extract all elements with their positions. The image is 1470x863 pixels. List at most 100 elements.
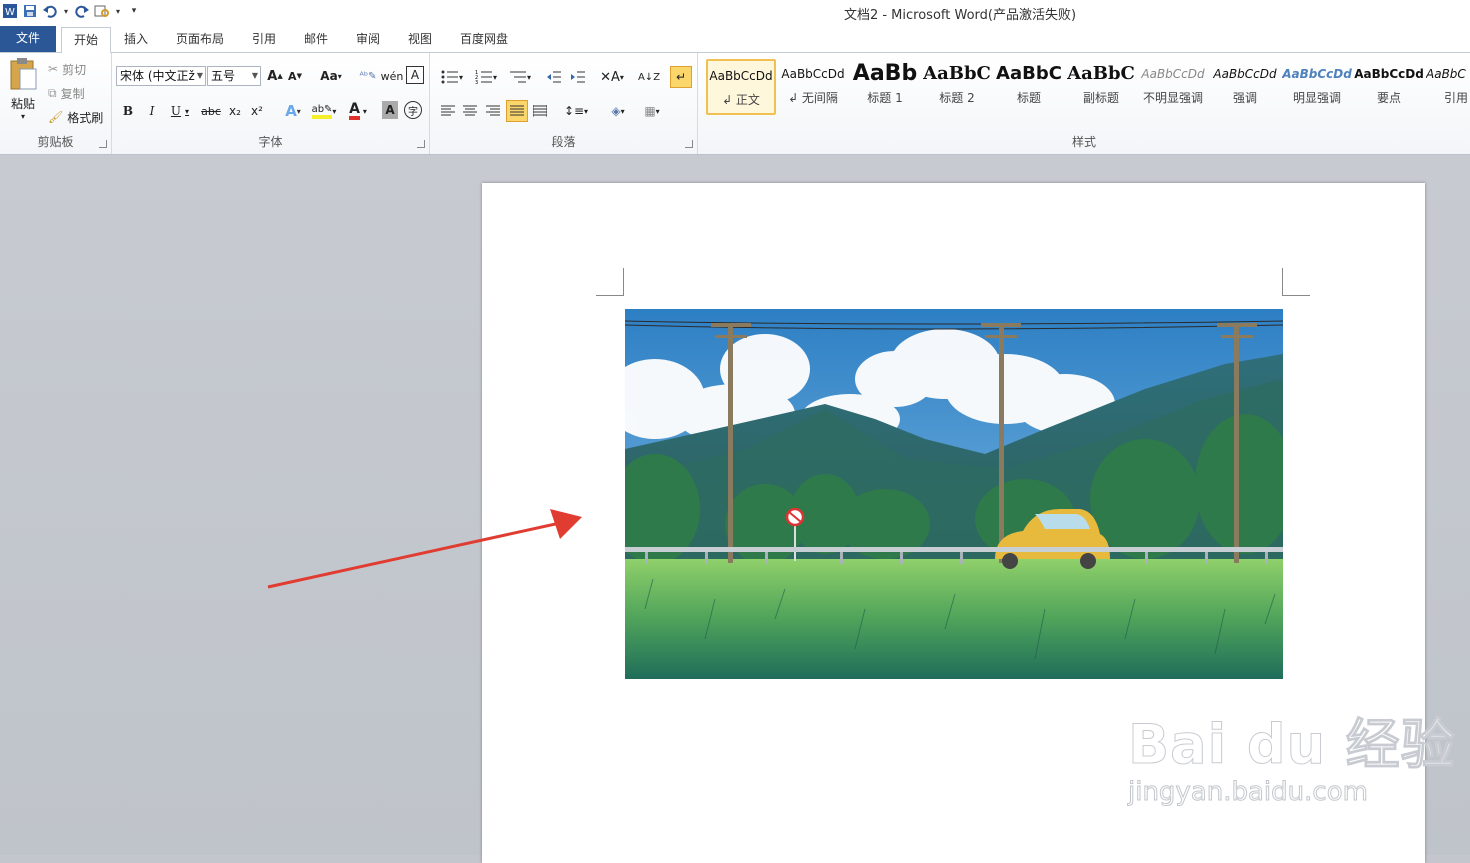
distributed-button[interactable] bbox=[530, 101, 550, 121]
paste-button[interactable]: 粘贴 ▾ bbox=[4, 57, 42, 125]
text-effects-button[interactable]: A ▾ bbox=[280, 101, 306, 121]
paste-icon bbox=[10, 58, 37, 90]
clear-formatting-icon: ᴬᵇ✎ bbox=[359, 70, 377, 82]
style-quote-sample: AaBbC bbox=[1426, 67, 1466, 81]
style-heading-2-name: 标题 2 bbox=[939, 91, 975, 105]
style-subtle-emphasis[interactable]: AaBbCcDd 不明显强调 bbox=[1138, 59, 1208, 115]
highlight-button[interactable]: ab✎ ▾ bbox=[310, 101, 338, 121]
tab-file[interactable]: 文件 bbox=[0, 26, 56, 52]
font-launcher-icon[interactable] bbox=[417, 140, 425, 148]
style-strong[interactable]: AaBbCcDd 要点 bbox=[1354, 59, 1424, 115]
align-center-button[interactable] bbox=[460, 101, 480, 121]
font-color-icon: A bbox=[349, 102, 360, 120]
multilevel-list-button[interactable]: ▾ bbox=[506, 67, 534, 87]
clipboard-group-label: 剪贴板 bbox=[37, 135, 74, 149]
italic-button[interactable]: I bbox=[144, 101, 160, 121]
strikethrough-button[interactable]: abc bbox=[200, 101, 222, 121]
format-painter-button[interactable]: 🖌 格式刷 bbox=[48, 107, 103, 127]
phonetic-guide-button[interactable]: wén bbox=[381, 66, 404, 86]
change-case-icon: Aa bbox=[320, 69, 338, 83]
tab-page-layout[interactable]: 页面布局 bbox=[164, 27, 236, 53]
style-strong-name: 要点 bbox=[1376, 91, 1401, 105]
bullets-button[interactable]: ▾ bbox=[438, 67, 466, 87]
style-emphasis-name: 强调 bbox=[1232, 91, 1257, 105]
copy-button[interactable]: ⧉ 复制 bbox=[48, 83, 85, 103]
tab-home[interactable]: 开始 bbox=[61, 27, 112, 55]
grow-font-icon: A bbox=[267, 68, 278, 84]
decrease-indent-icon bbox=[547, 71, 561, 83]
multilevel-list-icon bbox=[509, 71, 526, 83]
style-title-sample: AaBbC bbox=[996, 63, 1062, 84]
font-group-label: 字体 bbox=[258, 135, 283, 149]
shrink-font-button[interactable]: A ▼ bbox=[286, 66, 304, 86]
chinese-layout-button[interactable]: ✕A ▾ bbox=[598, 67, 626, 87]
tab-view[interactable]: 视图 bbox=[396, 27, 444, 53]
style-subtitle-name: 副标题 bbox=[1082, 91, 1119, 105]
tab-review[interactable]: 审阅 bbox=[344, 27, 392, 53]
ribbon: 粘贴 ▾ ✂ 剪切 ⧉ 复制 🖌 格式刷 剪贴板 宋体 (中文正ž ▼ 五号 ▼… bbox=[0, 53, 1470, 155]
underline-button[interactable]: U ▾ bbox=[167, 101, 193, 121]
clipboard-group: 粘贴 ▾ ✂ 剪切 ⧉ 复制 🖌 格式刷 剪贴板 bbox=[0, 53, 112, 154]
line-spacing-button[interactable]: ↕≡ ▾ bbox=[562, 101, 590, 121]
bold-icon: B bbox=[122, 104, 134, 118]
tab-references[interactable]: 引用 bbox=[240, 27, 288, 53]
paint-bucket-icon: ◈ bbox=[611, 104, 621, 118]
font-name-dropdown-icon: ▼ bbox=[196, 71, 203, 80]
style-no-spacing[interactable]: AaBbCcDd ↲ 无间隔 bbox=[778, 59, 848, 115]
font-size-combo[interactable]: 五号 ▼ bbox=[207, 66, 261, 86]
decrease-indent-button[interactable] bbox=[544, 67, 564, 87]
show-formatting-marks-button[interactable]: ↵ bbox=[670, 66, 692, 88]
style-quote[interactable]: AaBbC 引用 bbox=[1426, 59, 1470, 115]
cut-label: 剪切 bbox=[62, 62, 87, 77]
character-shading-icon: A bbox=[385, 103, 395, 117]
numbering-icon: 123 bbox=[475, 70, 492, 84]
character-shading-button[interactable]: A bbox=[382, 101, 398, 119]
sort-button[interactable]: A↓Z bbox=[638, 67, 660, 87]
subscript-button[interactable]: x₂ bbox=[226, 101, 244, 121]
inserted-picture[interactable] bbox=[625, 309, 1283, 679]
align-left-icon bbox=[441, 105, 455, 116]
font-name-combo[interactable]: 宋体 (中文正ž ▼ bbox=[116, 66, 206, 86]
style-normal[interactable]: AaBbCcDd ↲ 正文 bbox=[706, 59, 776, 115]
style-heading-2[interactable]: AaBbC 标题 2 bbox=[922, 59, 992, 115]
borders-button[interactable]: ▦ ▾ bbox=[638, 101, 666, 121]
shading-button[interactable]: ◈ ▾ bbox=[604, 101, 632, 121]
superscript-button[interactable]: x² bbox=[248, 101, 266, 121]
style-normal-name: ↲ 正文 bbox=[722, 93, 760, 107]
style-heading-2-sample: AaBbC bbox=[923, 63, 991, 84]
style-subtle-emphasis-sample: AaBbCcDd bbox=[1141, 67, 1205, 81]
borders-icon: ▦ bbox=[644, 104, 656, 118]
grow-font-button[interactable]: A ▲ bbox=[266, 66, 284, 86]
style-title[interactable]: AaBbC 标题 bbox=[994, 59, 1064, 115]
clear-formatting-button[interactable]: ᴬᵇ✎ bbox=[358, 66, 378, 86]
bold-button[interactable]: B bbox=[120, 101, 136, 121]
style-intense-emphasis[interactable]: AaBbCcDd 明显强调 bbox=[1282, 59, 1352, 115]
justify-button[interactable] bbox=[506, 100, 528, 122]
clipboard-launcher-icon[interactable] bbox=[99, 140, 107, 148]
font-color-button[interactable]: A ▾ bbox=[344, 101, 372, 121]
change-case-button[interactable]: Aa ▾ bbox=[318, 66, 344, 86]
character-border-button[interactable]: A bbox=[406, 66, 424, 84]
style-subtitle[interactable]: AaBbC 副标题 bbox=[1066, 59, 1136, 115]
tab-mailings[interactable]: 邮件 bbox=[292, 27, 340, 53]
tab-insert[interactable]: 插入 bbox=[112, 27, 160, 53]
enclose-characters-button[interactable]: 字 bbox=[404, 101, 422, 119]
style-quote-name: 引用 bbox=[1443, 91, 1468, 105]
watermark-logo-text: Bai du 经验 bbox=[1128, 713, 1456, 777]
increase-indent-button[interactable] bbox=[568, 67, 588, 87]
numbering-button[interactable]: 1 2 3 ▾ bbox=[472, 67, 500, 87]
justify-icon bbox=[510, 105, 524, 116]
align-right-button[interactable] bbox=[483, 101, 503, 121]
line-spacing-icon: ↕≡ bbox=[563, 104, 585, 118]
style-heading-1[interactable]: AaBb 标题 1 bbox=[850, 59, 920, 115]
paste-dropdown-icon: ▾ bbox=[20, 112, 25, 121]
superscript-icon: x² bbox=[251, 104, 263, 118]
align-center-icon bbox=[463, 105, 477, 116]
chinese-layout-icon: ✕A bbox=[600, 69, 620, 85]
paragraph-launcher-icon[interactable] bbox=[685, 140, 693, 148]
align-left-button[interactable] bbox=[438, 101, 458, 121]
font-size-dropdown-icon: ▼ bbox=[251, 71, 258, 80]
tab-baidu-netdisk[interactable]: 百度网盘 bbox=[448, 27, 520, 53]
cut-button[interactable]: ✂ 剪切 bbox=[48, 59, 86, 79]
style-emphasis[interactable]: AaBbCcDd 强调 bbox=[1210, 59, 1280, 115]
